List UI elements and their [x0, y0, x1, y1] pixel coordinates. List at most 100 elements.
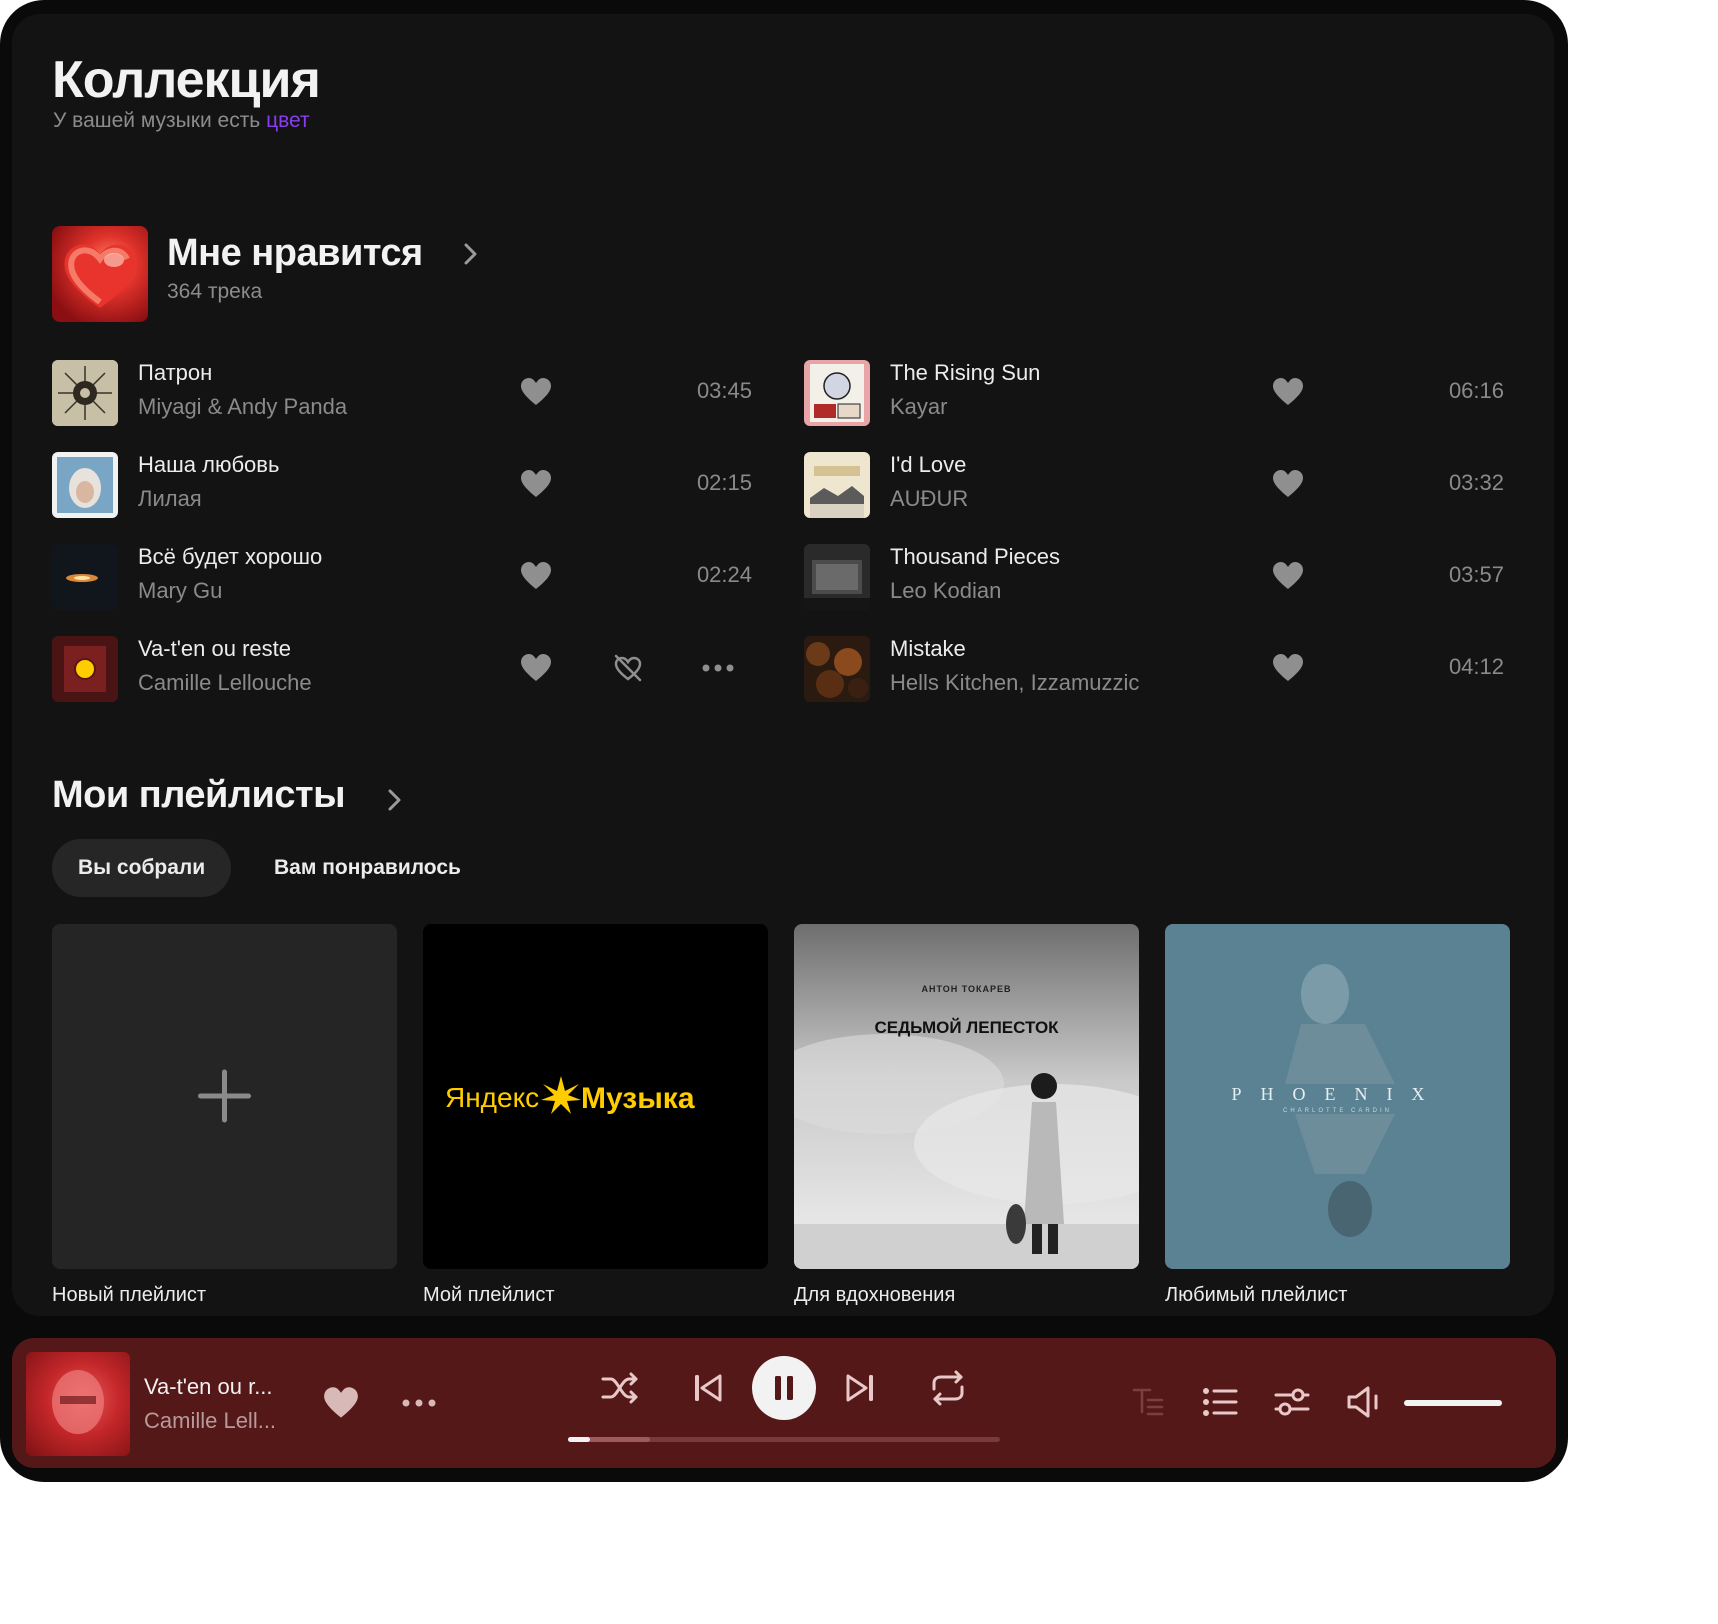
track-artist[interactable]: Camille Lellouche: [138, 670, 312, 696]
track-artist[interactable]: Kayar: [890, 394, 947, 420]
tab-liked[interactable]: Вам понравилось: [248, 839, 487, 897]
heart-icon[interactable]: [1272, 377, 1304, 407]
track-cover: [804, 452, 870, 518]
playlist-cover: PHOENIX CHARLOTTE CARDIN: [1165, 924, 1510, 1269]
playlist-card-new[interactable]: Новый плейлист: [52, 924, 397, 1306]
plus-icon: [198, 1069, 251, 1123]
playlist-caption: Любимый плейлист: [1165, 1284, 1348, 1306]
tab-collected[interactable]: Вы собрали: [52, 839, 232, 897]
track-artist[interactable]: Leo Kodian: [890, 578, 1001, 604]
track-title: The Rising Sun: [890, 360, 1041, 385]
track-row[interactable]: Thousand Pieces Leo Kodian 03:57: [804, 542, 1504, 612]
track-cover: [52, 452, 118, 518]
playlist-cover-title: СЕДЬМОЙ ЛЕПЕСТОК: [874, 1018, 1059, 1037]
liked-title[interactable]: Мне нравится: [167, 232, 423, 275]
chevron-right-icon[interactable]: [458, 240, 482, 268]
track-cover: [804, 544, 870, 610]
volume-slider[interactable]: [1404, 1400, 1502, 1406]
more-icon[interactable]: [700, 662, 736, 674]
track-title: Всё будет хорошо: [138, 544, 323, 569]
heart-icon[interactable]: [1272, 469, 1304, 499]
track-row[interactable]: Всё будет хорошо Mary Gu 02:24: [52, 542, 752, 612]
track-duration: 03:32: [1448, 470, 1504, 495]
track-duration: 06:16: [1448, 378, 1504, 403]
pause-button[interactable]: [752, 1356, 816, 1420]
track-title: Va-t'en ou reste: [138, 636, 291, 661]
now-playing-cover[interactable]: [26, 1352, 130, 1456]
track-cover: [52, 360, 118, 426]
shuffle-icon[interactable]: [600, 1370, 640, 1406]
track-title: I'd Love: [890, 452, 967, 477]
playlist-caption: Для вдохновения: [794, 1284, 956, 1306]
playlist-card[interactable]: Яндекс Музыка Мой плейлист: [423, 924, 768, 1306]
heart-icon[interactable]: [1272, 561, 1304, 591]
track-artist[interactable]: Лилая: [138, 486, 202, 512]
track-row[interactable]: I'd Love AUÐUR 03:32: [804, 450, 1504, 520]
lyrics-icon[interactable]: [1132, 1386, 1164, 1420]
track-artist[interactable]: Mary Gu: [138, 578, 222, 604]
track-artist[interactable]: Hells Kitchen, Izzamuzzic: [890, 670, 1139, 696]
playlist-cover: АНТОН ТОКАРЕВ СЕДЬМОЙ ЛЕПЕСТОК: [794, 924, 1139, 1269]
now-playing-title[interactable]: Va-t'en ou r...: [144, 1374, 273, 1400]
track-cover: [804, 360, 870, 426]
track-row[interactable]: Наша любовь Лилая 02:15: [52, 450, 752, 520]
heart-icon[interactable]: [520, 469, 552, 499]
queue-icon[interactable]: [1202, 1386, 1238, 1418]
track-cover: [804, 636, 870, 702]
track-row[interactable]: The Rising Sun Kayar 06:16: [804, 358, 1504, 428]
track-title: Патрон: [138, 360, 213, 385]
svg-text:Яндекс: Яндекс: [445, 1082, 539, 1113]
subtitle-text: У вашей музыки есть: [53, 109, 267, 132]
svg-text:Музыка: Музыка: [581, 1082, 695, 1115]
progress-bar[interactable]: [568, 1437, 1000, 1442]
track-cover: [52, 544, 118, 610]
track-duration: 04:12: [1448, 654, 1504, 679]
chevron-right-icon[interactable]: [382, 786, 406, 814]
playlist-card[interactable]: PHOENIX CHARLOTTE CARDIN Любимый плейлис…: [1165, 924, 1510, 1306]
track-cover: [52, 636, 118, 702]
playlist-cover-artist: АНТОН ТОКАРЕВ: [921, 984, 1012, 994]
collection-panel: Коллекция У вашей музыки есть цвет Мне н…: [12, 14, 1554, 1316]
heart-icon[interactable]: [520, 653, 552, 683]
playlist-cover: Яндекс Музыка: [423, 924, 768, 1269]
track-duration: 03:57: [1448, 562, 1504, 587]
playlists-title[interactable]: Мои плейлисты: [52, 774, 346, 817]
track-title: Наша любовь: [138, 452, 280, 477]
yandex-music-logo: Яндекс Музыка: [445, 1076, 695, 1115]
track-title: Thousand Pieces: [890, 544, 1060, 569]
subtitle-accent-link[interactable]: цвет: [266, 109, 310, 132]
track-row[interactable]: Патрон Miyagi & Andy Panda 03:45: [52, 358, 752, 428]
heart-icon[interactable]: [1272, 653, 1304, 683]
equalizer-icon[interactable]: [1274, 1386, 1310, 1418]
volume-fill: [1404, 1400, 1502, 1406]
previous-icon[interactable]: [692, 1372, 724, 1404]
more-icon[interactable]: [400, 1397, 438, 1409]
now-playing-artist[interactable]: Camille Lell...: [144, 1408, 276, 1434]
playlist-cover-artist: CHARLOTTE CARDIN: [1282, 1108, 1392, 1114]
playlist-cover-title: PHOENIX: [1231, 1084, 1444, 1104]
playlist-cover: [52, 924, 397, 1269]
repeat-icon[interactable]: [928, 1368, 968, 1408]
track-row-hovered[interactable]: Va-t'en ou reste Camille Lellouche: [52, 634, 752, 704]
dislike-icon[interactable]: [612, 652, 644, 684]
heart-icon[interactable]: [520, 561, 552, 591]
playlist-card[interactable]: АНТОН ТОКАРЕВ СЕДЬМОЙ ЛЕПЕСТОК Для вдохн…: [794, 924, 1139, 1306]
next-icon[interactable]: [844, 1372, 876, 1404]
heart-icon[interactable]: [323, 1386, 359, 1420]
heart-icon: [64, 244, 136, 308]
heart-icon[interactable]: [520, 377, 552, 407]
volume-icon[interactable]: [1346, 1385, 1382, 1419]
progress-fill: [568, 1437, 590, 1442]
player-bar: Va-t'en ou r... Camille Lell...: [12, 1338, 1556, 1468]
page-subtitle: У вашей музыки есть цвет: [53, 109, 310, 133]
track-artist[interactable]: Miyagi & Andy Panda: [138, 394, 347, 420]
liked-track-count: 364 трека: [167, 280, 263, 303]
track-title: Mistake: [890, 636, 966, 661]
playlist-caption: Мой плейлист: [423, 1284, 555, 1306]
playlist-caption: Новый плейлист: [52, 1284, 207, 1306]
track-duration: 02:24: [696, 562, 752, 587]
track-row[interactable]: Mistake Hells Kitchen, Izzamuzzic 04:12: [804, 634, 1504, 704]
track-artist[interactable]: AUÐUR: [890, 486, 968, 512]
pause-icon: [775, 1376, 793, 1400]
liked-cover[interactable]: [52, 226, 148, 322]
